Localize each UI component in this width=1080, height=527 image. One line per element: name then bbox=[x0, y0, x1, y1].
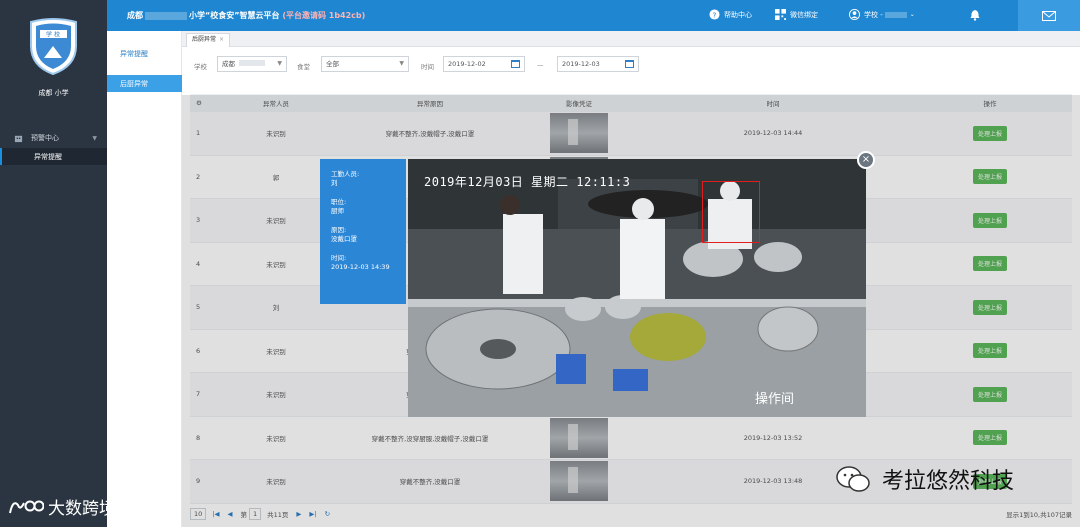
reason-label: 原因: bbox=[331, 226, 347, 234]
school-select[interactable]: 成都 ▼ bbox=[217, 56, 287, 72]
title-prefix: 成都 bbox=[127, 11, 143, 20]
title-suffix: 小学“校食安”智慧云平台 bbox=[189, 11, 280, 20]
mail-button[interactable] bbox=[1018, 0, 1080, 31]
wechat-label: 微信绑定 bbox=[790, 10, 818, 19]
user-menu[interactable]: 学校 - ⌄ bbox=[849, 9, 915, 20]
sidebar-item-anomaly-alert[interactable]: 异常提醒 bbox=[0, 148, 107, 165]
platform-title: 成都 小学“校食安”智慧云平台 (平台邀请码 1b42cb) bbox=[127, 10, 365, 21]
kitchen-scene-image bbox=[408, 159, 866, 417]
close-icon[interactable]: × bbox=[219, 36, 224, 43]
svg-text:?: ? bbox=[713, 10, 717, 19]
school-name: 成都 小学 bbox=[38, 89, 69, 97]
watermark-left: 大数跨境 bbox=[8, 494, 116, 519]
logo-block: 学 校 成都 小学 bbox=[0, 0, 107, 110]
building-icon bbox=[14, 135, 23, 142]
submenu-item-anomaly-alert[interactable]: 异常提醒 bbox=[107, 45, 182, 62]
canteen-select-value: 全部 bbox=[326, 60, 339, 68]
date-from-value: 2019-12-02 bbox=[448, 60, 486, 68]
close-icon[interactable]: × bbox=[857, 151, 875, 169]
reason-value: 没戴口罩 bbox=[331, 235, 357, 243]
time-filter-label: 时间 bbox=[421, 63, 434, 71]
sidebar-item-label: 预警中心 bbox=[31, 134, 59, 142]
time-value: 2019-12-03 14:39 bbox=[331, 263, 390, 271]
canteen-filter-label: 食堂 bbox=[297, 63, 310, 71]
calendar-icon[interactable] bbox=[511, 60, 520, 68]
chevron-down-icon: ⌄ bbox=[909, 11, 915, 18]
submenu-item-kitchen-anomaly[interactable]: 后厨异常 bbox=[107, 75, 182, 92]
worker-info-card: 工勤人员: 刘 职位: 厨师 原因: 没戴口罩 时间: 2019-12-03 14:39 bbox=[320, 159, 406, 304]
time-label: 时间: bbox=[331, 254, 347, 262]
sidebar-item-alert-center[interactable]: 预警中心 ▼ bbox=[0, 128, 107, 148]
redacted-text bbox=[145, 11, 187, 20]
top-header: 成都 小学“校食安”智慧云平台 (平台邀请码 1b42cb) ? 帮助中心 微信绑… bbox=[107, 0, 1080, 31]
help-center-link[interactable]: ? 帮助中心 bbox=[709, 9, 752, 20]
calendar-icon[interactable] bbox=[625, 60, 634, 68]
wechat-icon bbox=[836, 466, 870, 492]
watermark-right-text: 考拉悠然科技 bbox=[882, 469, 1015, 494]
tab-bar: 后厨异常 × bbox=[182, 31, 1080, 47]
user-icon bbox=[849, 9, 860, 20]
brand-logo-icon bbox=[9, 500, 44, 513]
date-from-input[interactable]: 2019-12-02 bbox=[443, 56, 525, 72]
filter-bar: 学校 成都 ▼ 食堂 全部 ▼ 时间 2019-12-02 — 2019-12-… bbox=[182, 55, 1080, 75]
photo-location: 操作间 bbox=[754, 392, 794, 407]
worker-name: 刘 bbox=[331, 179, 338, 187]
chevron-down-icon: ▼ bbox=[399, 60, 404, 67]
redacted-text bbox=[884, 11, 907, 18]
post-value: 厨师 bbox=[331, 207, 344, 215]
school-select-value: 成都 bbox=[222, 60, 235, 68]
school-filter-label: 学校 bbox=[194, 63, 207, 71]
date-to-input[interactable]: 2019-12-03 bbox=[557, 56, 639, 72]
help-icon: ? bbox=[709, 9, 720, 20]
chevron-down-icon: ▼ bbox=[92, 134, 97, 142]
post-label: 职位: bbox=[331, 198, 347, 206]
photo-timestamp: 2019年12月03日 星期二 12:11:3 bbox=[424, 175, 631, 189]
chevron-down-icon: ▼ bbox=[277, 60, 282, 67]
watermark-left-text: 大数跨境 bbox=[48, 499, 116, 519]
canteen-select[interactable]: 全部 ▼ bbox=[321, 56, 409, 72]
evidence-photo: 2019年12月03日 星期二 12:11:3 操作间 bbox=[408, 159, 866, 417]
help-label: 帮助中心 bbox=[724, 10, 752, 19]
mail-icon bbox=[1042, 10, 1056, 21]
sidebar-nav: 预警中心 ▼ 异常提醒 bbox=[0, 128, 107, 165]
tab-kitchen-anomaly[interactable]: 后厨异常 × bbox=[186, 33, 231, 47]
face-detection-box bbox=[702, 181, 760, 243]
date-range-dash: — bbox=[537, 61, 544, 69]
logo-text: 学 校 bbox=[46, 31, 60, 39]
wechat-bind-link[interactable]: 微信绑定 bbox=[775, 9, 818, 20]
watermark-right: 考拉悠然科技 bbox=[836, 463, 1014, 495]
worker-label: 工勤人员: bbox=[331, 170, 360, 178]
sub-menu: 异常提醒 后厨异常 bbox=[107, 31, 182, 527]
school-logo-icon: 学 校 bbox=[30, 18, 77, 76]
qrcode-icon bbox=[775, 9, 786, 20]
user-label: 学校 - bbox=[864, 10, 883, 19]
sidebar: 学 校 成都 小学 预警中心 ▼ 异常提醒 bbox=[0, 0, 107, 527]
platform-code: (平台邀请码 1b42cb) bbox=[282, 11, 366, 20]
tab-label: 后厨异常 bbox=[192, 36, 217, 43]
redacted-text bbox=[239, 60, 266, 66]
bell-icon[interactable] bbox=[969, 9, 981, 21]
date-to-value: 2019-12-03 bbox=[562, 60, 600, 68]
